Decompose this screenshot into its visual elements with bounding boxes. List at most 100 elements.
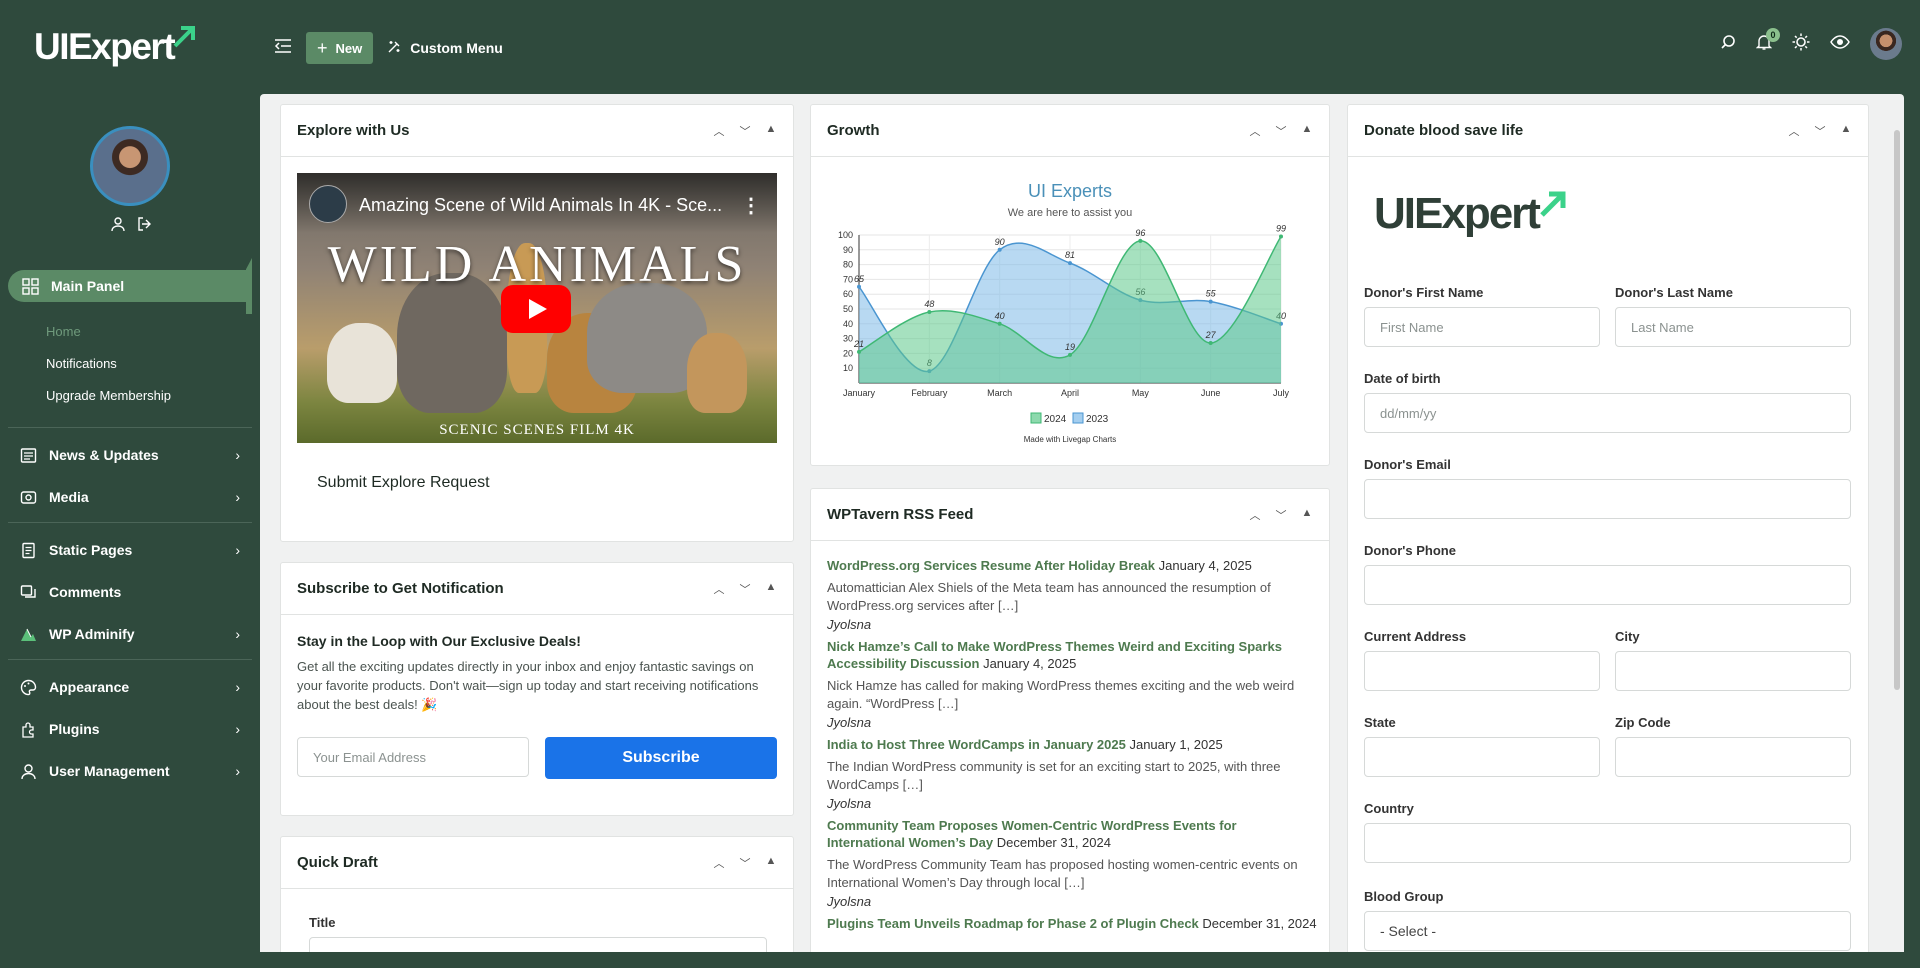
card-controls: ︿ ﹀ ▲ bbox=[713, 855, 777, 871]
move-down-icon[interactable]: ﹀ bbox=[739, 123, 751, 139]
data-label: 65 bbox=[854, 274, 865, 284]
subscribe-heading: Stay in the Loop with Our Exclusive Deal… bbox=[297, 633, 581, 649]
preview-eye-icon[interactable] bbox=[1830, 34, 1850, 55]
collapse-toggle-icon[interactable]: ▲ bbox=[1301, 123, 1313, 139]
logo-arrow-icon bbox=[173, 26, 196, 48]
city-input[interactable] bbox=[1615, 651, 1851, 691]
donor-email-input[interactable] bbox=[1364, 479, 1851, 519]
move-down-icon[interactable]: ﹀ bbox=[1814, 123, 1826, 139]
data-label: 40 bbox=[995, 311, 1005, 321]
sidebar-item-main-panel[interactable]: Main Panel bbox=[8, 270, 252, 302]
first-name-input[interactable]: First Name bbox=[1364, 307, 1600, 347]
draft-title-label: Title bbox=[309, 915, 336, 930]
rss-item-title-link[interactable]: WordPress.org Services Resume After Holi… bbox=[827, 558, 1155, 573]
move-down-icon[interactable]: ﹀ bbox=[739, 581, 751, 597]
content-scrollbar[interactable] bbox=[1894, 130, 1900, 690]
move-up-icon[interactable]: ︿ bbox=[713, 855, 725, 871]
sidebar-item-comments[interactable]: Comments bbox=[20, 578, 240, 606]
move-up-icon[interactable]: ︿ bbox=[1249, 123, 1261, 139]
sidebar-item-user-management[interactable]: User Management › bbox=[20, 757, 240, 785]
draft-title-input[interactable] bbox=[309, 937, 767, 952]
sidebar-item-wp-adminify[interactable]: WP Adminify › bbox=[20, 620, 240, 648]
rss-item-date: January 4, 2025 bbox=[1158, 558, 1252, 573]
move-down-icon[interactable]: ﹀ bbox=[1275, 507, 1287, 523]
sidebar-item-media[interactable]: Media › bbox=[20, 483, 240, 511]
logout-icon[interactable] bbox=[136, 216, 152, 232]
card-header: WPTavern RSS Feed ︿ ﹀ ▲ bbox=[811, 489, 1329, 541]
move-up-icon[interactable]: ︿ bbox=[1249, 507, 1261, 523]
x-tick-label: July bbox=[1273, 388, 1290, 398]
data-label: 81 bbox=[1065, 250, 1075, 260]
youtube-play-icon[interactable] bbox=[501, 285, 571, 333]
topbar-right: 0 bbox=[1720, 27, 1902, 60]
dob-input[interactable]: dd/mm/yy bbox=[1364, 393, 1851, 433]
state-input[interactable] bbox=[1364, 737, 1600, 777]
growth-chart: UI Experts We are here to assist you 10 20 3… bbox=[838, 181, 1290, 444]
card-title: Subscribe to Get Notification bbox=[297, 580, 504, 597]
move-up-icon[interactable]: ︿ bbox=[713, 123, 725, 139]
collapse-toggle-icon[interactable]: ▲ bbox=[765, 855, 777, 871]
email-input[interactable]: Your Email Address bbox=[297, 737, 529, 777]
subscribe-card: Subscribe to Get Notification ︿ ﹀ ▲ Stay… bbox=[280, 562, 794, 816]
sidebar-subitem-upgrade-membership[interactable]: Upgrade Membership bbox=[46, 388, 171, 420]
sidebar-item-plugins[interactable]: Plugins › bbox=[20, 715, 240, 743]
sidebar-item-label: Main Panel bbox=[51, 278, 125, 294]
users-icon bbox=[20, 763, 37, 780]
sidebar-item-static-pages[interactable]: Static Pages › bbox=[20, 536, 240, 564]
collapse-menu-icon[interactable] bbox=[274, 38, 292, 59]
donate-logo: UIExpert bbox=[1374, 189, 1569, 239]
zip-label: Zip Code bbox=[1615, 715, 1671, 730]
custom-menu-button[interactable]: Custom Menu bbox=[387, 39, 503, 57]
collapse-toggle-icon[interactable]: ▲ bbox=[1301, 507, 1313, 523]
user-icon[interactable] bbox=[110, 216, 126, 232]
zip-input[interactable] bbox=[1615, 737, 1851, 777]
move-down-icon[interactable]: ﹀ bbox=[1275, 123, 1287, 139]
address-input[interactable] bbox=[1364, 651, 1600, 691]
sidebar-subitem-home[interactable]: Home bbox=[46, 324, 171, 356]
sidebar-subitem-notifications[interactable]: Notifications bbox=[46, 356, 171, 388]
sidebar-item-appearance[interactable]: Appearance › bbox=[20, 673, 240, 701]
move-up-icon[interactable]: ︿ bbox=[1788, 123, 1800, 139]
card-header: Growth ︿ ﹀ ▲ bbox=[811, 105, 1329, 157]
search-icon[interactable] bbox=[1720, 34, 1736, 55]
chevron-right-icon: › bbox=[235, 679, 240, 695]
sidebar-divider bbox=[8, 427, 252, 428]
collapse-toggle-icon[interactable]: ▲ bbox=[1840, 123, 1852, 139]
rss-item-title-link[interactable]: India to Host Three WordCamps in January… bbox=[827, 737, 1126, 752]
sidebar-item-news-updates[interactable]: News & Updates › bbox=[20, 441, 240, 469]
card-header: Quick Draft ︿ ﹀ ▲ bbox=[281, 837, 793, 889]
collapse-toggle-icon[interactable]: ▲ bbox=[765, 581, 777, 597]
news-icon bbox=[20, 447, 37, 464]
video-frame bbox=[687, 333, 747, 413]
video-embed[interactable]: Amazing Scene of Wild Animals In 4K - Sc… bbox=[297, 173, 777, 443]
rss-item: WordPress.org Services Resume After Holi… bbox=[827, 557, 1317, 632]
last-name-input[interactable]: Last Name bbox=[1615, 307, 1851, 347]
chevron-right-icon: › bbox=[235, 721, 240, 737]
rss-item-date: January 4, 2025 bbox=[983, 656, 1077, 671]
card-controls: ︿ ﹀ ▲ bbox=[1788, 123, 1852, 139]
user-avatar[interactable] bbox=[1870, 28, 1902, 60]
collapse-toggle-icon[interactable]: ▲ bbox=[765, 123, 777, 139]
profile-avatar[interactable] bbox=[90, 126, 170, 206]
channel-avatar[interactable] bbox=[309, 185, 347, 223]
rss-item-author: Jyolsna bbox=[827, 715, 872, 730]
video-title[interactable]: Amazing Scene of Wild Animals In 4K - Sc… bbox=[359, 195, 722, 216]
theme-toggle-sun-icon[interactable] bbox=[1792, 33, 1810, 56]
move-up-icon[interactable]: ︿ bbox=[713, 581, 725, 597]
rss-item-title-link[interactable]: Plugins Team Unveils Roadmap for Phase 2… bbox=[827, 916, 1199, 931]
submit-explore-request-link[interactable]: Submit Explore Request bbox=[317, 474, 490, 492]
move-down-icon[interactable]: ﹀ bbox=[739, 855, 751, 871]
x-tick-label: February bbox=[911, 388, 948, 398]
email-label: Donor's Email bbox=[1364, 457, 1451, 472]
data-point bbox=[927, 309, 932, 314]
brand-logo[interactable]: UIExpert bbox=[34, 26, 198, 68]
new-button[interactable]: + New bbox=[306, 32, 374, 64]
chart-subtitle: We are here to assist you bbox=[1008, 207, 1133, 219]
blood-group-select[interactable]: - Select - bbox=[1364, 911, 1851, 951]
donor-phone-input[interactable] bbox=[1364, 565, 1851, 605]
subscribe-button[interactable]: Subscribe bbox=[545, 737, 777, 779]
notifications-button[interactable]: 0 bbox=[1755, 27, 1780, 55]
country-input[interactable] bbox=[1364, 823, 1851, 863]
more-options-icon[interactable]: ⋮ bbox=[741, 193, 761, 218]
y-tick-label: 90 bbox=[843, 245, 853, 255]
